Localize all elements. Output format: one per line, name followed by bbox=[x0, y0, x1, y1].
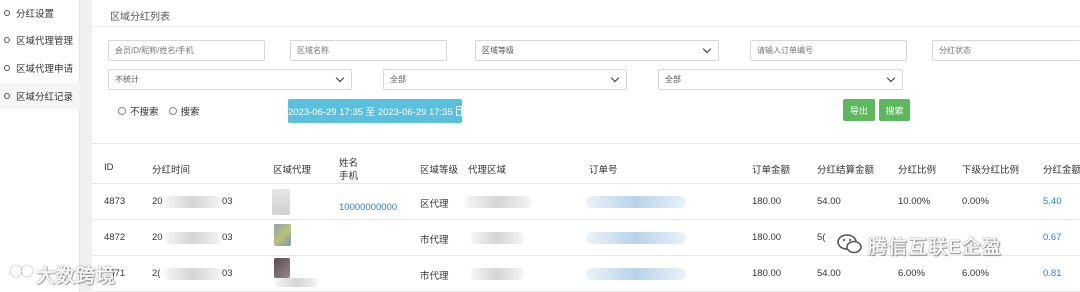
cell-settle-amount: 5( bbox=[817, 232, 826, 243]
filter-select-2[interactable]: 全部 bbox=[383, 69, 627, 90]
cell-time-suffix: 03 bbox=[222, 268, 233, 279]
cell-settle-amount: 54.00 bbox=[817, 196, 841, 207]
redacted-mask bbox=[164, 196, 222, 208]
select-value: 全部 bbox=[390, 75, 406, 84]
cell-level: 市代理 bbox=[420, 271, 449, 282]
watermark-right: 腾信互联E企盈 bbox=[868, 237, 1002, 258]
col-dividend: 分红金额 bbox=[1043, 165, 1080, 176]
col-phone: 手机 bbox=[339, 171, 359, 182]
col-name: 姓名 bbox=[339, 158, 359, 169]
redacted-mask bbox=[586, 196, 686, 208]
redacted-mask bbox=[586, 268, 686, 280]
date-range-picker[interactable]: 2023-06-29 17:35 至 2023-06-29 17:35 bbox=[288, 99, 462, 123]
col-time: 分红时间 bbox=[152, 165, 191, 176]
watermark-left: 大数跨境 bbox=[36, 266, 117, 287]
redacted-mask bbox=[470, 232, 524, 244]
chevron-down-icon bbox=[610, 73, 620, 83]
chevron-down-icon bbox=[702, 44, 712, 54]
panel-title: 区域分红列表 bbox=[110, 12, 170, 23]
redacted-mask bbox=[274, 278, 318, 287]
col-level: 区域等级 bbox=[420, 165, 459, 176]
redacted-mask bbox=[586, 232, 686, 244]
cell-ratio: 10.00% bbox=[898, 196, 931, 207]
circle-icon bbox=[4, 37, 10, 43]
redacted-mask bbox=[464, 196, 532, 208]
select-value: 不统计 bbox=[115, 75, 139, 84]
cell-settle-amount: 54.00 bbox=[817, 268, 841, 279]
time-filter-select[interactable]: 不统计 bbox=[108, 69, 352, 90]
redacted-mask bbox=[164, 268, 222, 280]
cell-time-prefix: 20 bbox=[152, 196, 163, 207]
chevron-down-icon bbox=[886, 73, 896, 83]
cell-level: 区代理 bbox=[420, 199, 449, 210]
cell-sub-ratio: 6.00% bbox=[962, 268, 989, 279]
col-region: 代理区域 bbox=[468, 165, 507, 176]
select-value: 区域等级 bbox=[482, 46, 514, 55]
cell-time-suffix: 03 bbox=[222, 232, 233, 243]
avatar bbox=[274, 224, 291, 246]
region-level-select[interactable]: 区域等级 bbox=[475, 40, 719, 61]
cell-dividend[interactable]: 0.81 bbox=[1043, 268, 1062, 279]
sidebar-item-label: 区域代理申请 bbox=[16, 64, 74, 75]
col-order-amount: 订单金额 bbox=[752, 165, 791, 176]
sidebar-item-dividend-records[interactable]: 区域分红记录 bbox=[0, 83, 80, 109]
order-number-input[interactable] bbox=[750, 40, 907, 61]
avatar bbox=[274, 258, 290, 278]
cell-id: 4872 bbox=[104, 232, 126, 243]
sidebar-item-label: 区域代理管理 bbox=[16, 36, 74, 47]
sidebar-item-label: 分红设置 bbox=[16, 9, 55, 20]
table-row[interactable]: 4871 2( 03 市代理 180.00 54.00 6.00% 6.00% … bbox=[92, 256, 1080, 292]
cell-order-amount: 180.00 bbox=[752, 232, 782, 243]
radio-no-search-label: 不搜索 bbox=[130, 107, 159, 118]
redacted-mask bbox=[164, 232, 222, 244]
sidebar-item-dividend-settings[interactable]: 分红设置 bbox=[0, 0, 80, 26]
wechat-icon bbox=[837, 234, 862, 254]
table-header: ID 分红时间 区域代理 姓名 手机 区域等级 代理区域 订单号 订单金额 分红… bbox=[92, 143, 1080, 184]
col-settle-amount: 分红结算金额 bbox=[817, 165, 875, 176]
search-mode-radios: 不搜索 搜索 bbox=[118, 104, 210, 118]
circle-icon bbox=[4, 10, 10, 16]
col-agent: 区域代理 bbox=[273, 165, 312, 176]
dividend-status-input[interactable] bbox=[932, 40, 1080, 61]
table-row[interactable]: 4873 20 03 10000000000 区代理 180.00 54.00 … bbox=[92, 184, 1080, 220]
calendar-icon bbox=[455, 106, 462, 116]
radio-no-search[interactable] bbox=[118, 107, 126, 115]
cell-time-prefix: 20 bbox=[152, 232, 163, 243]
filter-select-3[interactable]: 全部 bbox=[658, 69, 903, 90]
cell-time-prefix: 2( bbox=[152, 268, 161, 279]
sidebar-item-agent-application[interactable]: 区域代理申请 bbox=[0, 55, 80, 81]
region-name-input[interactable] bbox=[290, 40, 447, 61]
radio-search[interactable] bbox=[168, 107, 177, 115]
cell-dividend[interactable]: 0.67 bbox=[1043, 232, 1062, 243]
col-sub-ratio: 下级分红比例 bbox=[962, 165, 1020, 176]
cell-time-suffix: 03 bbox=[222, 196, 233, 207]
col-ratio: 分红比例 bbox=[898, 165, 937, 176]
chevron-down-icon bbox=[335, 73, 345, 83]
date-range-text: 2023-06-29 17:35 至 2023-06-29 17:35 bbox=[288, 107, 453, 118]
cell-phone[interactable]: 10000000000 bbox=[339, 202, 397, 213]
cell-order-amount: 180.00 bbox=[752, 268, 782, 279]
cell-dividend[interactable]: 5.40 bbox=[1043, 196, 1062, 207]
cell-id: 4873 bbox=[104, 196, 126, 207]
cell-level: 市代理 bbox=[420, 235, 449, 246]
radio-search-label: 搜索 bbox=[180, 107, 200, 118]
col-order-no: 订单号 bbox=[589, 165, 618, 176]
circle-icon bbox=[4, 65, 10, 71]
sidebar: 分红设置 区域代理管理 区域代理申请 区域分红记录 bbox=[0, 0, 80, 292]
cell-sub-ratio: 0.00% bbox=[962, 196, 989, 207]
member-search-input[interactable] bbox=[108, 40, 265, 61]
watermark-logo-icon bbox=[9, 264, 34, 278]
col-id: ID bbox=[104, 162, 114, 173]
cell-ratio: 6.00% bbox=[898, 268, 925, 279]
export-button[interactable]: 导出 bbox=[843, 99, 875, 121]
sidebar-item-label: 区域分红记录 bbox=[16, 92, 74, 103]
cell-order-amount: 180.00 bbox=[752, 196, 782, 207]
circle-icon bbox=[4, 93, 10, 99]
divider bbox=[92, 26, 1080, 27]
search-button[interactable]: 搜索 bbox=[879, 99, 910, 121]
avatar bbox=[272, 189, 290, 215]
select-value: 全部 bbox=[665, 75, 681, 84]
redacted-mask bbox=[470, 268, 524, 280]
sidebar-item-agent-management[interactable]: 区域代理管理 bbox=[0, 27, 80, 53]
